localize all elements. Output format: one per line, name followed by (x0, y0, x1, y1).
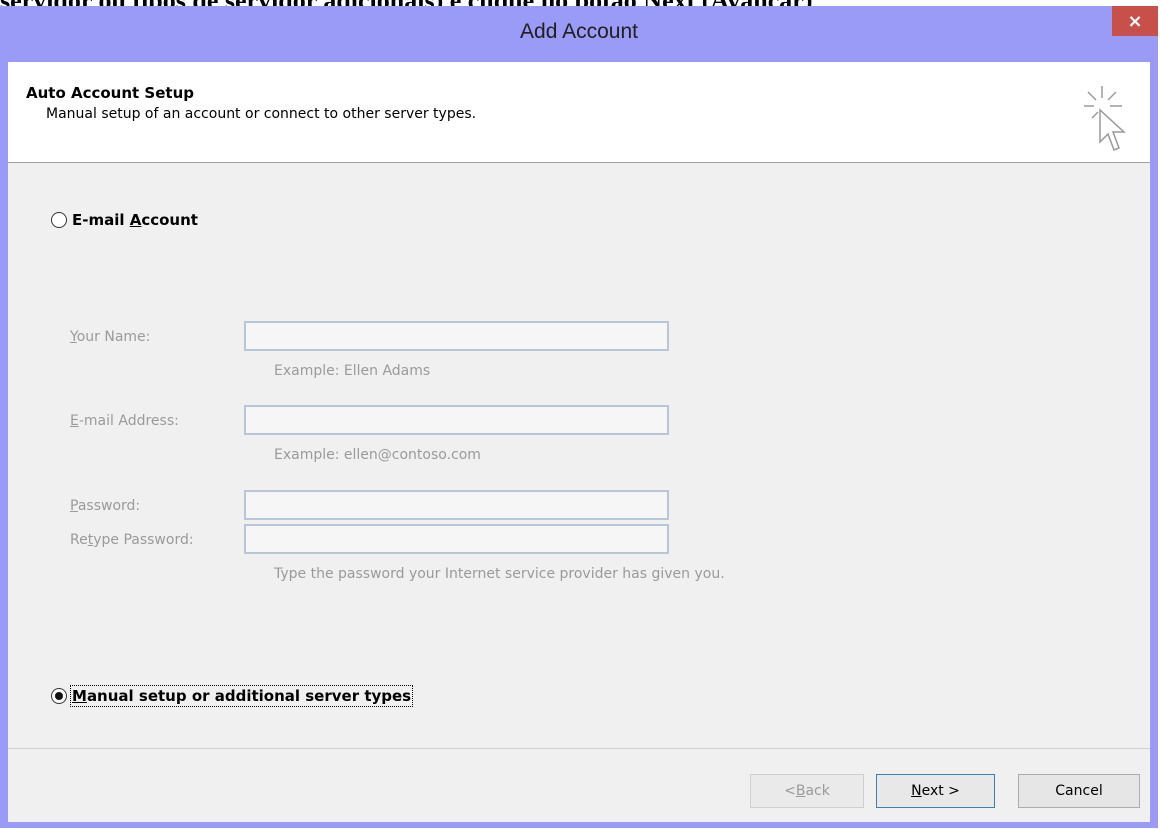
email-address-label: E-mail Address: (70, 413, 179, 429)
cancel-button[interactable]: Cancel (1018, 774, 1140, 808)
wizard-header: Auto Account Setup Manual setup of an ac… (8, 62, 1150, 163)
your-name-hint: Example: Ellen Adams (274, 363, 431, 379)
your-name-label: Your Name: (70, 329, 150, 345)
email-address-accel: E (70, 413, 79, 429)
password-accel: P (70, 498, 78, 514)
retype-password-label-rest: ype Password: (93, 532, 194, 548)
wizard-cursor-icon (1084, 86, 1126, 151)
footer-divider (8, 748, 1150, 749)
close-button[interactable]: × (1112, 6, 1158, 36)
email-account-radio[interactable] (51, 212, 67, 228)
back-button[interactable]: < Back (750, 774, 864, 808)
back-button-prefix: < (784, 783, 796, 799)
manual-setup-accel: M (72, 687, 87, 705)
window-title: Add Account (520, 20, 638, 43)
retype-password-label: Retype Password: (70, 532, 194, 548)
next-button[interactable]: Next > (876, 774, 995, 808)
next-button-rest: ext > (921, 783, 960, 799)
your-name-accel: Y (70, 329, 77, 345)
header-title: Auto Account Setup (26, 84, 194, 102)
add-account-dialog: Add Account × Auto Account Setup Manual … (0, 6, 1158, 828)
password-input[interactable] (244, 490, 669, 520)
email-account-label[interactable]: E-mail Account (72, 211, 198, 229)
email-address-hint: Example: ellen@contoso.com (274, 447, 481, 463)
retype-password-input[interactable] (244, 524, 669, 554)
email-address-label-rest: -mail Address: (78, 413, 179, 429)
your-name-input[interactable] (244, 321, 669, 351)
back-button-rest: ack (805, 783, 830, 799)
password-hint: Type the password your Internet service … (274, 566, 725, 582)
password-label: Password: (70, 498, 140, 514)
retype-password-label-prefix: Re (70, 532, 88, 548)
email-address-input[interactable] (244, 405, 669, 435)
back-button-accel: B (795, 783, 806, 799)
header-subtitle: Manual setup of an account or connect to… (46, 106, 477, 122)
next-button-accel: N (911, 783, 922, 799)
email-account-label-rest: ccount (141, 211, 198, 229)
manual-setup-label[interactable]: Manual setup or additional server types (69, 685, 414, 707)
manual-setup-label-rest: anual setup or additional server types (86, 687, 412, 705)
close-icon: × (1127, 10, 1143, 32)
email-account-label-prefix: E-mail (72, 211, 130, 229)
manual-setup-radio[interactable] (51, 688, 67, 704)
password-label-rest: assword: (77, 498, 141, 514)
email-account-label-accel: A (129, 211, 142, 229)
your-name-label-rest: our Name: (76, 329, 151, 345)
dialog-content: Auto Account Setup Manual setup of an ac… (8, 62, 1150, 822)
title-bar[interactable]: Add Account × (0, 6, 1158, 62)
